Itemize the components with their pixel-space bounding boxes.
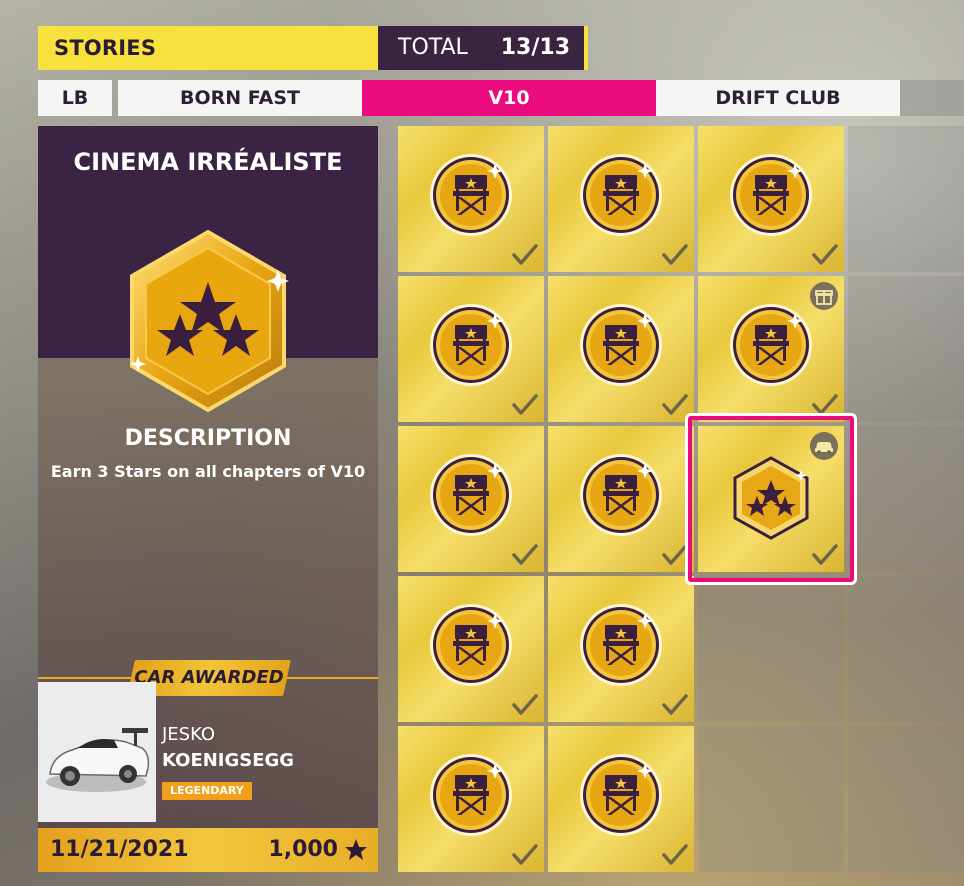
accolade-tile[interactable] [548,576,694,722]
accolade-title: CINEMA IRRÉALISTE [73,148,343,176]
director-chair-icon [580,454,662,536]
accolade-tile[interactable] [398,276,544,422]
checkmark-icon [662,694,688,715]
empty-slot [698,576,844,722]
empty-slot [698,726,844,872]
total-counter: TOTAL 13/13 [378,26,588,70]
total-value: 13/13 [500,35,570,60]
director-chair-icon [430,754,512,836]
description-heading: DESCRIPTION [124,426,292,451]
accolade-tile[interactable] [548,276,694,422]
accolade-tile[interactable] [698,276,844,422]
checkmark-icon [812,244,838,265]
checkmark-icon [662,844,688,865]
director-chair-icon [580,154,662,236]
checkmark-icon [662,544,688,565]
car-make: KOENIGSEGG [162,750,295,771]
director-chair-icon [430,154,512,236]
empty-slot [848,576,964,722]
director-chair-icon [430,604,512,686]
checkmark-icon [512,244,538,265]
total-label: TOTAL [398,35,468,60]
section-title: STORIES [38,26,378,70]
accolade-tile[interactable] [548,126,694,272]
completion-date: 11/21/2021 [50,837,189,862]
director-chair-icon [430,304,512,386]
points-value: 1,000 [268,837,338,862]
empty-slot [848,276,964,422]
checkmark-icon [512,694,538,715]
checkmark-icon [812,394,838,415]
description-text: Earn 3 Stars on all chapters of V10 [50,462,366,481]
checkmark-icon [662,394,688,415]
checkmark-icon [512,844,538,865]
director-chair-icon [580,304,662,386]
checkmark-icon [662,244,688,265]
empty-slot [848,126,964,272]
accolade-tile[interactable] [398,576,544,722]
director-chair-icon [730,304,812,386]
accolade-tile[interactable] [398,126,544,272]
director-chair-icon [730,154,812,236]
accolade-tile[interactable] [398,426,544,572]
star-icon [345,839,367,860]
gift-icon [810,282,838,310]
director-chair-icon [580,754,662,836]
accolade-detail-panel: CINEMA IRRÉALISTE DESCRIPTION Earn 3 Sta… [38,126,378,872]
tab-born-fast[interactable]: BORN FAST [118,80,362,116]
accolade-tile[interactable] [398,726,544,872]
three-stars-hexagon-icon [130,229,289,413]
tab-lb[interactable]: LB [38,80,112,116]
tab-bar-overflow [900,80,964,116]
tab-v10[interactable]: V10 [362,80,656,116]
director-chair-icon [580,604,662,686]
checkmark-icon [512,394,538,415]
empty-slot [848,426,964,572]
accolade-tile[interactable] [548,426,694,572]
checkmark-icon [512,544,538,565]
empty-slot [848,726,964,872]
reward-footer: 11/21/2021 1,000 [38,828,378,872]
director-chair-icon [430,454,512,536]
rarity-badge: LEGENDARY [162,782,252,800]
car-model: JESKO [162,724,216,745]
accolade-tile[interactable] [548,726,694,872]
tab-drift-club[interactable]: DRIFT CLUB [656,80,900,116]
selection-frame [688,416,854,582]
accolade-tile[interactable] [698,126,844,272]
car-thumbnail[interactable] [38,682,156,822]
